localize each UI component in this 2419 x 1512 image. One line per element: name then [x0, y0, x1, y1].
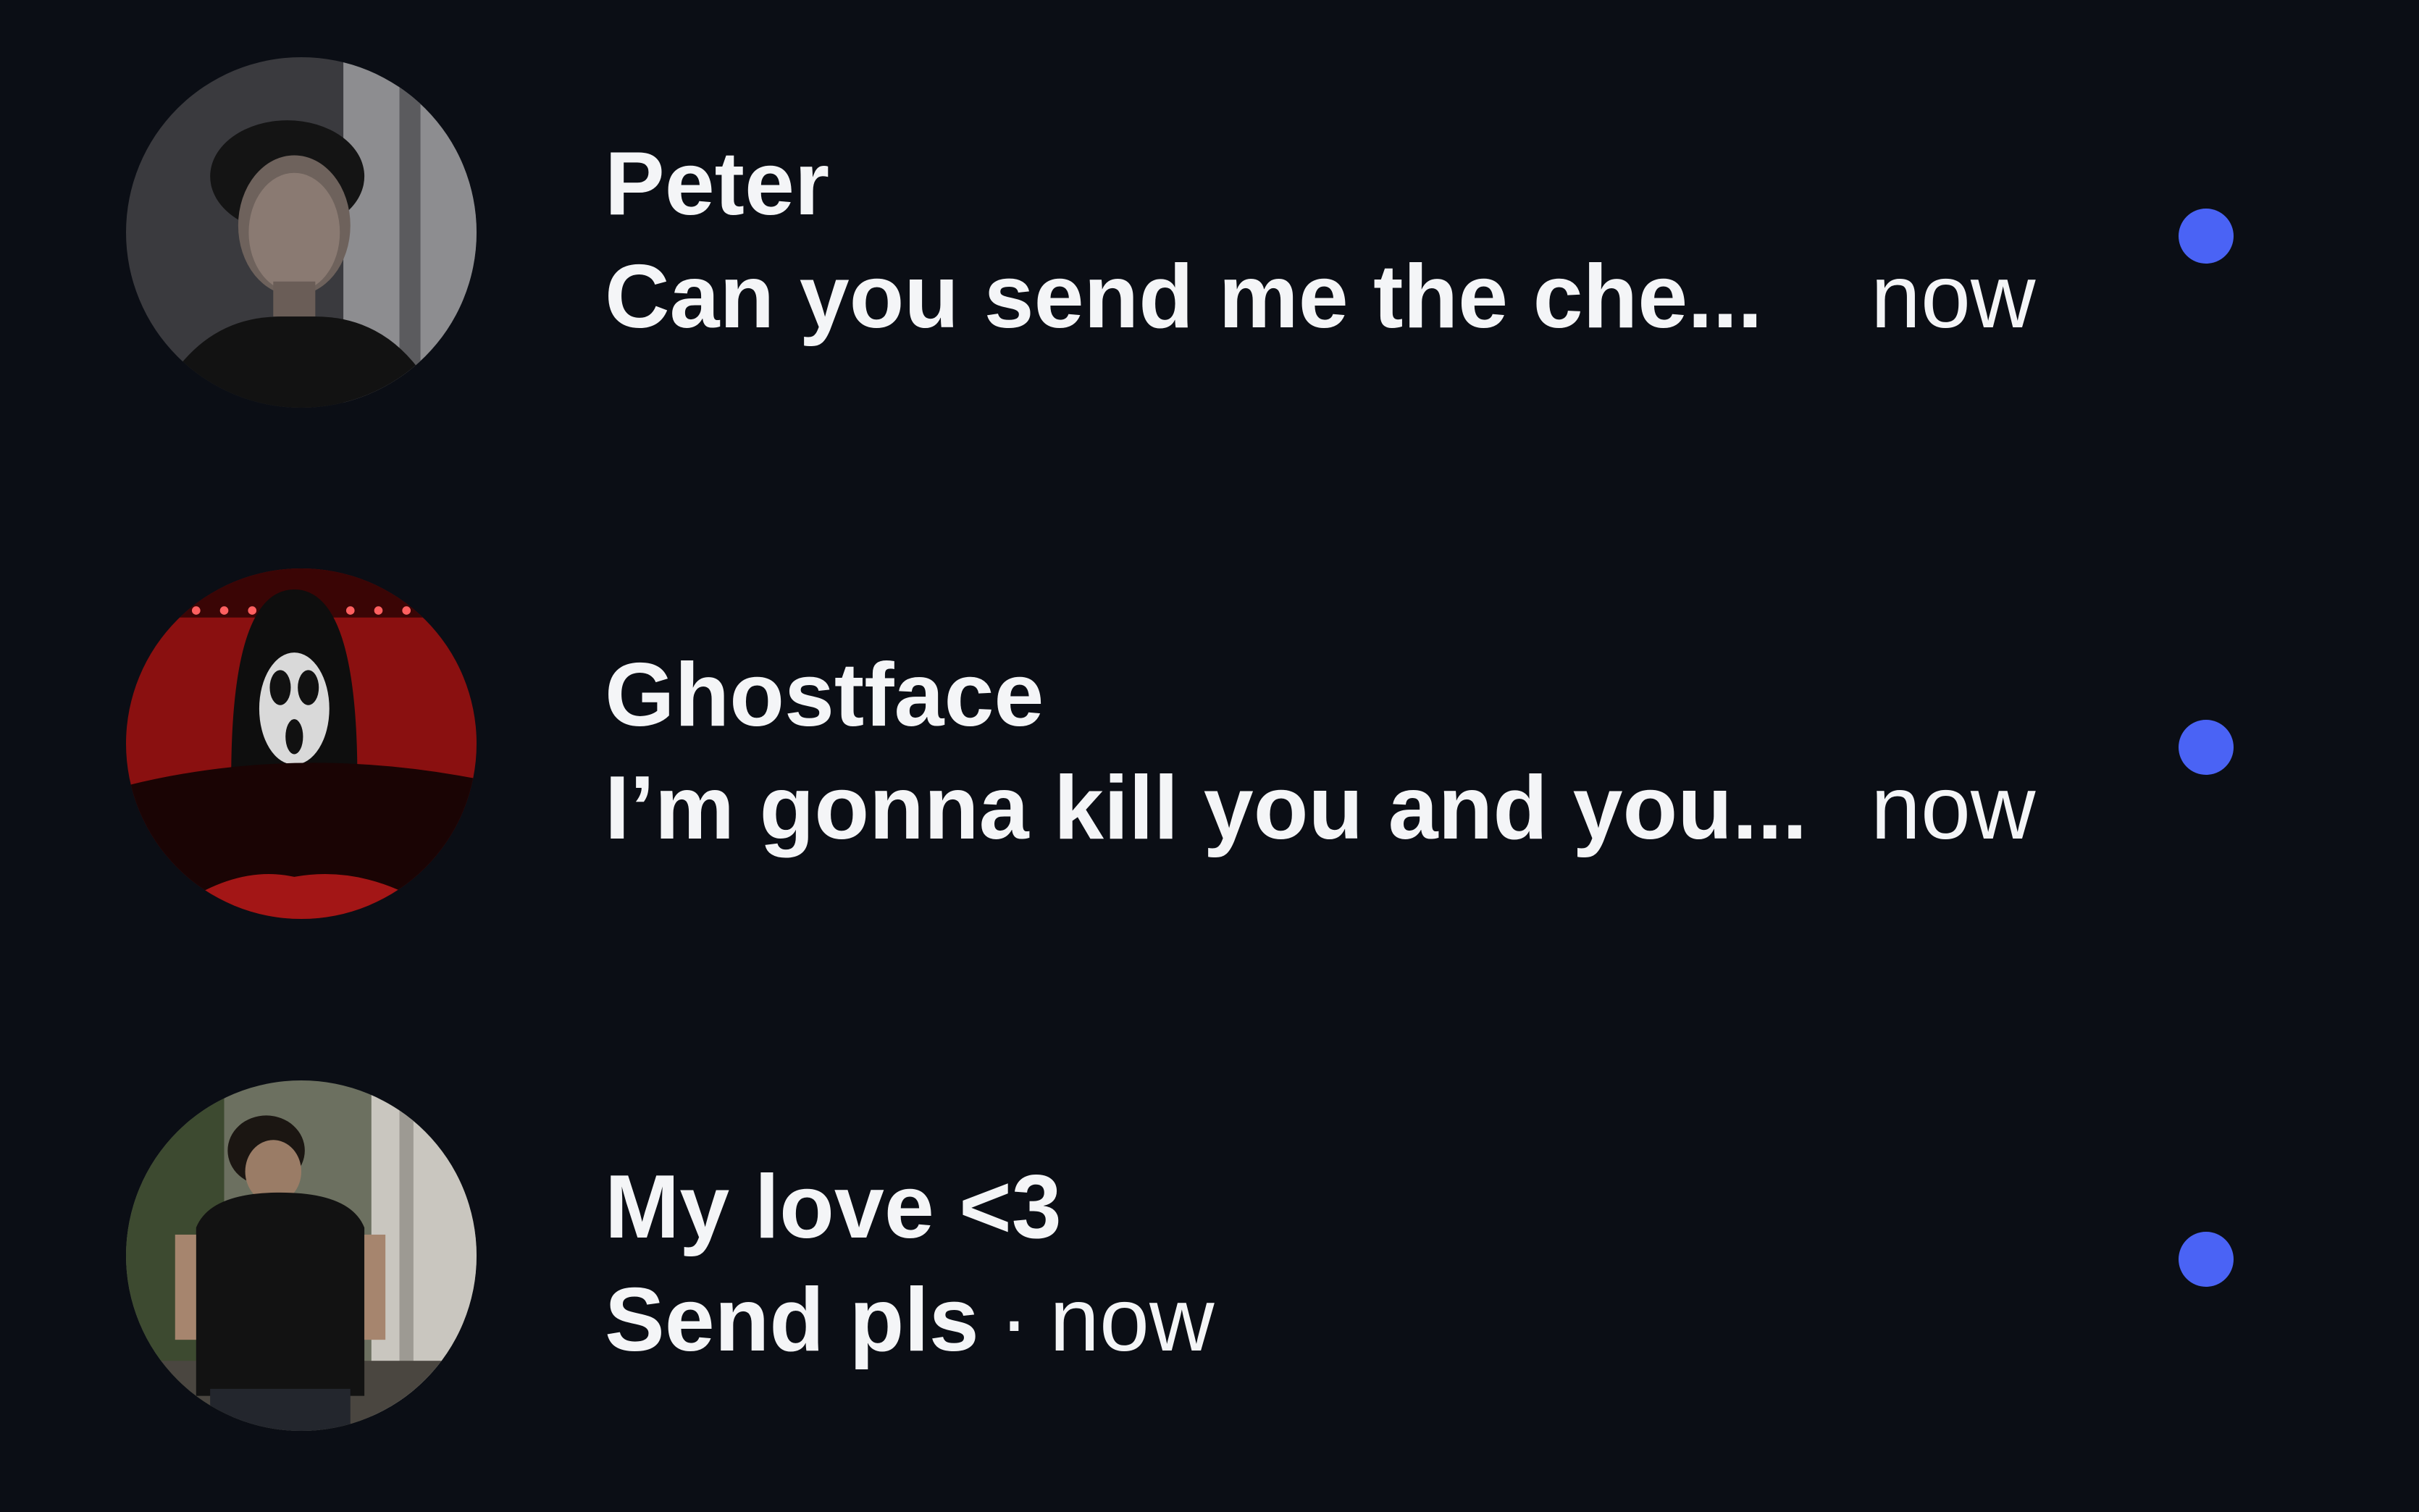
- avatar[interactable]: [126, 568, 477, 919]
- message-preview: Can you send me the che...: [605, 247, 1763, 347]
- conversation-row-my-love[interactable]: My love <3 Send pls · now: [0, 1080, 2419, 1442]
- contact-name: Ghostface: [605, 645, 1044, 745]
- contact-name: My love <3: [605, 1157, 1062, 1257]
- profile-photo-icon: [126, 1080, 477, 1431]
- profile-photo-icon: [126, 57, 477, 408]
- conversation-row-ghostface[interactable]: Ghostface I’m gonna kill you and you... …: [0, 568, 2419, 931]
- avatar[interactable]: [126, 57, 477, 408]
- unread-dot-icon: [2179, 720, 2234, 775]
- message-time: now: [1871, 758, 2036, 858]
- message-time: now: [1871, 247, 2036, 347]
- message-preview: I’m gonna kill you and you...: [605, 758, 1808, 858]
- message-time: now: [1049, 1270, 1215, 1370]
- unread-dot-icon: [2179, 1232, 2234, 1287]
- conversation-list: Peter Can you send me the che... now Gho…: [0, 0, 2419, 1512]
- separator-dot: ·: [999, 1270, 1030, 1370]
- contact-name: Peter: [605, 134, 830, 234]
- unread-dot-icon: [2179, 209, 2234, 264]
- message-preview: Send pls: [605, 1270, 979, 1370]
- profile-photo-icon: [126, 568, 477, 919]
- conversation-row-peter[interactable]: Peter Can you send me the che... now: [0, 57, 2419, 419]
- avatar[interactable]: [126, 1080, 477, 1431]
